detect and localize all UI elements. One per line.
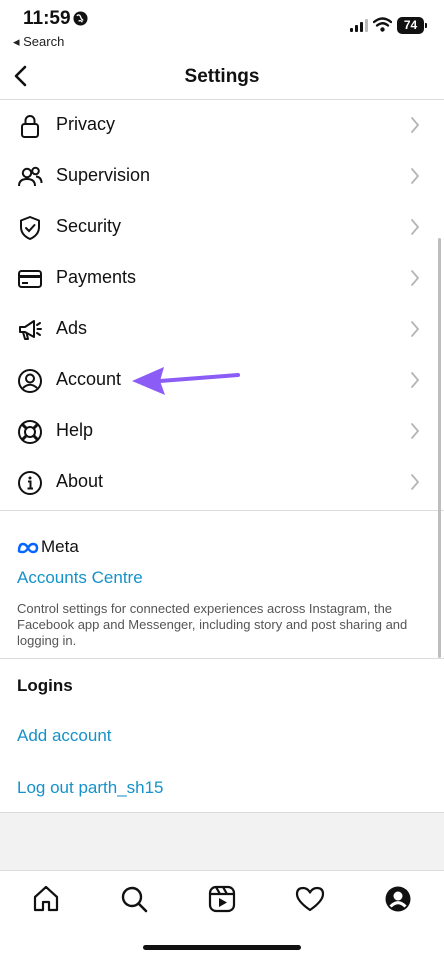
back-to-search-link[interactable]: ◂ Search xyxy=(13,34,64,50)
settings-item-help[interactable]: Help xyxy=(0,406,444,457)
meta-infinity-icon xyxy=(17,542,39,554)
heart-icon[interactable] xyxy=(294,883,326,915)
settings-item-privacy[interactable]: Privacy xyxy=(0,100,444,151)
settings-item-about[interactable]: About xyxy=(0,457,444,508)
battery-indicator: 74 xyxy=(397,17,427,34)
meta-section: Meta Accounts Centre Control settings fo… xyxy=(0,511,444,659)
settings-item-label: Supervision xyxy=(56,165,151,185)
page-title: Settings xyxy=(184,66,260,87)
profile-icon[interactable] xyxy=(382,883,414,915)
meta-description: Control settings for connected experienc… xyxy=(17,601,408,648)
settings-item-label: Account xyxy=(56,369,122,389)
lock-icon xyxy=(17,113,43,139)
accounts-centre-link[interactable]: Accounts Centre xyxy=(17,568,143,588)
settings-item-ads[interactable]: Ads xyxy=(0,304,444,355)
credit-card-icon xyxy=(17,266,43,292)
wifi-icon xyxy=(372,17,393,37)
location-globe-icon xyxy=(73,11,88,31)
settings-item-label: Security xyxy=(56,216,122,236)
chevron-right-icon xyxy=(410,269,420,292)
settings-item-payments[interactable]: Payments xyxy=(0,253,444,304)
logins-section: Logins Add account Log out parth_sh15 xyxy=(0,659,444,813)
home-indicator[interactable] xyxy=(143,945,301,950)
settings-item-security[interactable]: Security xyxy=(0,202,444,253)
settings-item-label: Payments xyxy=(56,267,137,287)
chevron-right-icon xyxy=(410,473,420,496)
status-bar: 11:59 ◂ Search 74 xyxy=(0,0,444,56)
settings-item-label: About xyxy=(56,471,104,491)
chevron-right-icon xyxy=(410,116,420,139)
shield-icon xyxy=(17,215,43,241)
chevron-right-icon xyxy=(410,371,420,394)
account-icon xyxy=(17,368,43,394)
settings-item-label: Privacy xyxy=(56,114,116,134)
chevron-right-icon xyxy=(410,422,420,445)
meta-logo: Meta xyxy=(17,537,79,557)
logout-link[interactable]: Log out parth_sh15 xyxy=(17,778,164,798)
chevron-right-icon xyxy=(410,167,420,190)
chevron-right-icon xyxy=(410,218,420,241)
meta-brand-text: Meta xyxy=(41,537,79,556)
settings-item-label: Help xyxy=(56,420,94,440)
chevron-right-icon xyxy=(410,320,420,343)
status-time: 11:59 xyxy=(23,8,71,29)
home-icon[interactable] xyxy=(30,883,62,915)
info-icon xyxy=(17,470,43,496)
settings-item-supervision[interactable]: Supervision xyxy=(0,151,444,202)
settings-header: Settings xyxy=(0,56,444,100)
add-account-link[interactable]: Add account xyxy=(17,726,112,746)
supervision-icon xyxy=(17,164,43,190)
reels-icon[interactable] xyxy=(206,883,238,915)
settings-item-label: Ads xyxy=(56,318,88,338)
megaphone-icon xyxy=(17,317,43,343)
lifebuoy-icon xyxy=(17,419,43,445)
logins-heading: Logins xyxy=(17,676,73,695)
search-icon[interactable] xyxy=(118,883,150,915)
cellular-signal-icon xyxy=(350,19,368,37)
settings-list: Privacy Supervision Security Payments Ad… xyxy=(0,100,444,511)
annotation-arrow xyxy=(132,367,240,395)
scrollbar[interactable] xyxy=(438,238,441,658)
